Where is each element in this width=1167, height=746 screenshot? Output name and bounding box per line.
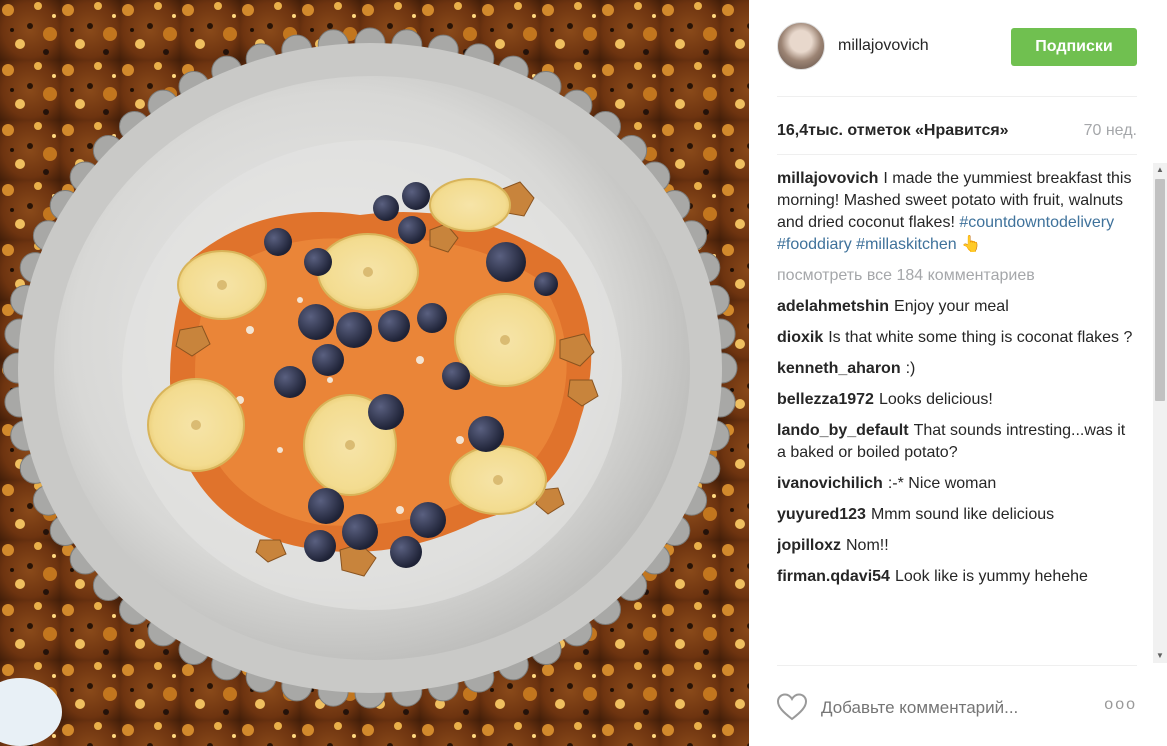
comment-text: Mmm sound like delicious <box>870 506 1055 523</box>
divider <box>777 154 1137 155</box>
comment-item: lando_by_default That sounds intresting..… <box>777 420 1137 464</box>
add-comment-input[interactable] <box>821 696 1081 720</box>
comment-text: Is that white some thing is coconat flak… <box>828 329 1133 346</box>
follow-button[interactable]: Подписки <box>1011 28 1137 66</box>
heart-outline-icon[interactable] <box>777 693 807 721</box>
comment-username[interactable]: dioxik <box>777 329 823 346</box>
comment-username[interactable]: lando_by_default <box>777 422 909 439</box>
comment-item: ivanovichilich:-* Nice woman <box>777 473 1137 495</box>
comment-item: yuyured123 Mmm sound like delicious <box>777 504 1137 526</box>
comment-item: kenneth_aharon:) <box>777 358 1137 380</box>
scrollbar-thumb[interactable] <box>1155 179 1165 401</box>
likes-count[interactable]: 16,4тыс. отметок «Нравится» <box>777 122 1009 140</box>
comment-text: :-* Nice woman <box>887 475 997 492</box>
comment-username[interactable]: jopilloxz <box>777 537 841 554</box>
caption-username[interactable]: millajovovich <box>777 170 878 187</box>
username-link[interactable]: millajovovich <box>838 37 929 55</box>
divider <box>777 96 1137 97</box>
comment-item: jopilloxz Nom!! <box>777 535 1137 557</box>
comment-text: Looks delicious! <box>878 391 993 408</box>
comment-username[interactable]: bellezza1972 <box>777 391 874 408</box>
comment-username[interactable]: adelahmetshin <box>777 298 889 315</box>
hashtag-link[interactable]: #millaskitchen <box>856 236 956 253</box>
view-all-comments-link[interactable]: посмотреть все 184 комментариев <box>777 265 1137 287</box>
comment-text: Enjoy your meal <box>894 298 1009 315</box>
comments-list[interactable]: millajovovich I made the yummiest breakfa… <box>777 168 1137 663</box>
more-options-icon[interactable]: ooo <box>1104 696 1137 714</box>
comment-item: adelahmetshin Enjoy your meal <box>777 296 1137 318</box>
post-sidebar: millajovovich Подписки 16,4тыс. отметок … <box>749 0 1167 746</box>
comments-scrollbar[interactable]: ▲ ▼ <box>1153 163 1167 663</box>
comment-footer: ooo <box>777 684 1137 730</box>
post-header: millajovovich Подписки <box>777 22 1137 74</box>
comment-item: firman.qdavi54 Look like is yummy hehehe <box>777 566 1137 588</box>
comment-username[interactable]: firman.qdavi54 <box>777 568 890 585</box>
hashtag-link[interactable]: #countdowntodelivery <box>959 214 1114 231</box>
comment-item: bellezza1972 Looks delicious! <box>777 389 1137 411</box>
comment-username[interactable]: kenneth_aharon <box>777 360 901 377</box>
scroll-down-arrow-icon[interactable]: ▼ <box>1153 649 1167 663</box>
pointing-up-emoji: 👆 <box>961 236 982 253</box>
comment-text: :) <box>905 360 916 377</box>
food-bowl-photo <box>0 0 749 746</box>
caption: millajovovich I made the yummiest breakfa… <box>777 168 1137 256</box>
comment-username[interactable]: yuyured123 <box>777 506 866 523</box>
comment-text: Nom!! <box>846 537 889 554</box>
scroll-up-arrow-icon[interactable]: ▲ <box>1153 163 1167 177</box>
likes-row: 16,4тыс. отметок «Нравится» 70 нед. <box>777 122 1137 146</box>
hashtag-link[interactable]: #fooddiary <box>777 236 852 253</box>
avatar[interactable] <box>777 22 825 70</box>
comment-text: Look like is yummy hehehe <box>894 568 1088 585</box>
comment-username[interactable]: ivanovichilich <box>777 475 883 492</box>
comment-item: dioxik Is that white some thing is cocona… <box>777 327 1137 349</box>
post-photo[interactable] <box>0 0 749 746</box>
divider <box>777 665 1137 666</box>
post-age[interactable]: 70 нед. <box>1084 122 1137 140</box>
